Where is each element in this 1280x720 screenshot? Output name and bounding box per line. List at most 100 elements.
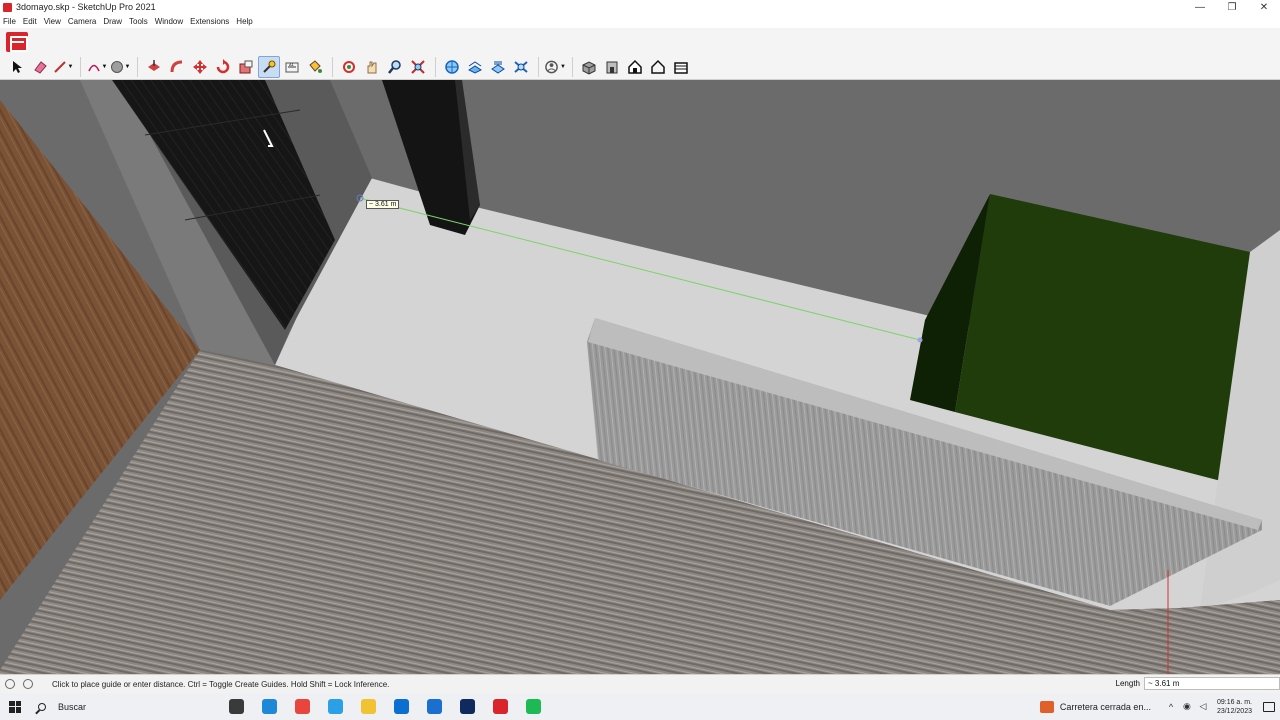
file-explorer-icon[interactable] [352, 693, 385, 720]
menu-tools[interactable]: Tools [126, 17, 152, 26]
dimension-icon[interactable]: A1 [281, 56, 303, 78]
iso-view-icon[interactable] [578, 56, 600, 78]
svg-text:A1: A1 [289, 62, 295, 67]
taskbar-apps [220, 693, 550, 720]
measure-tooltip: ~ 3.61 m [366, 200, 400, 209]
menu-help[interactable]: Help [233, 17, 256, 26]
clock-date: 23/12/2023 [1216, 707, 1252, 715]
task-view-icon-glyph [229, 699, 244, 714]
toolbar-separator [332, 56, 333, 77]
sketchup-icon-glyph [427, 699, 442, 714]
window-title: 3domayo.skp - SketchUp Pro 2021 [16, 2, 156, 12]
zoom-extents-icon[interactable] [407, 56, 429, 78]
offset-icon[interactable] [235, 56, 257, 78]
back-view-icon[interactable] [670, 56, 692, 78]
acrobat-icon-glyph [493, 699, 508, 714]
toolbar-separator [80, 56, 81, 77]
menu-extensions[interactable]: Extensions [187, 17, 233, 26]
task-view-icon[interactable] [220, 693, 253, 720]
edge-icon[interactable] [253, 693, 286, 720]
file-explorer-icon-glyph [361, 699, 376, 714]
taskbar-search[interactable]: Buscar [30, 693, 220, 720]
extension-warehouse-icon[interactable]: ▼ [544, 56, 566, 78]
photo-textures-icon[interactable] [487, 56, 509, 78]
acrobat-icon[interactable] [484, 693, 517, 720]
sketchup-icon[interactable] [418, 693, 451, 720]
volume-icon[interactable]: ◁ [1195, 693, 1211, 720]
notifications-icon[interactable] [1258, 693, 1280, 720]
minimize-button[interactable]: — [1184, 0, 1216, 14]
spotify-icon-glyph [526, 699, 541, 714]
system-tray: Carretera cerrada en... ^ ◉ ◁ 09:16 a. m… [1039, 693, 1280, 720]
geo-location-icon[interactable] [5, 679, 15, 689]
push-pull-icon[interactable] [143, 56, 165, 78]
orbit-icon[interactable] [338, 56, 360, 78]
credits-icon[interactable] [23, 679, 33, 689]
status-bar: Click to place guide or enter distance. … [0, 674, 1280, 693]
photoshop-icon[interactable] [451, 693, 484, 720]
window-controls: — ❐ ✕ [1184, 0, 1280, 14]
menu-view[interactable]: View [41, 17, 65, 26]
select-icon[interactable] [6, 56, 28, 78]
news-text: Carretera cerrada en... [1059, 701, 1151, 712]
photoshop-icon-glyph [460, 699, 475, 714]
toolbar-separator [538, 56, 539, 77]
eraser-icon[interactable] [29, 56, 51, 78]
add-location-icon[interactable] [441, 56, 463, 78]
toggle-terrain-icon[interactable] [464, 56, 486, 78]
title-bar: 3domayo.skp - SketchUp Pro 2021 — ❐ ✕ [0, 0, 1280, 14]
clock[interactable]: 09:16 a. m. 23/12/2023 [1217, 698, 1252, 716]
menu-edit[interactable]: Edit [20, 17, 41, 26]
windows-logo-icon [9, 700, 21, 713]
scene-render [0, 80, 1280, 674]
menu-bar: File Edit View Camera Draw Tools Window … [0, 14, 1280, 28]
mail-icon[interactable] [385, 693, 418, 720]
tape-measure-icon[interactable] [258, 55, 280, 78]
sketchup-app-icon [3, 2, 12, 12]
status-message: Click to place guide or enter distance. … [52, 679, 390, 689]
rotate-icon[interactable] [212, 56, 234, 78]
shape-icon[interactable]: ▼ [109, 56, 131, 78]
move-icon[interactable] [189, 56, 211, 78]
model-viewport[interactable]: ~ 3.61 m [0, 80, 1280, 674]
chevron-up-icon[interactable]: ^ [1163, 693, 1179, 720]
menu-file[interactable]: File [0, 17, 20, 26]
follow-me-icon[interactable] [166, 56, 188, 78]
edge-icon-glyph [262, 699, 277, 714]
measurements-input[interactable]: ~ 3.61 m [1144, 677, 1280, 690]
spotify-icon[interactable] [517, 693, 550, 720]
front-view-icon[interactable] [601, 56, 623, 78]
mail-icon-glyph [394, 699, 409, 714]
paint-bucket-icon[interactable] [304, 56, 326, 78]
maximize-button[interactable]: ❐ [1216, 0, 1248, 14]
close-button[interactable]: ✕ [1248, 0, 1280, 14]
preview-model-icon[interactable] [510, 56, 532, 78]
toolbar-separator [572, 56, 573, 77]
toolbar-separator [137, 56, 138, 77]
chrome-icon[interactable] [286, 693, 319, 720]
search-placeholder: Buscar [58, 701, 87, 712]
news-icon [1039, 700, 1054, 713]
measurements-label: Length [1115, 679, 1140, 688]
zoom-icon[interactable] [384, 56, 406, 78]
right-view-icon[interactable] [647, 56, 669, 78]
chrome-icon-glyph [295, 699, 310, 714]
pan-icon[interactable] [361, 56, 383, 78]
news-widget[interactable]: Carretera cerrada en... [1039, 700, 1151, 713]
network-icon[interactable]: ◉ [1179, 693, 1195, 720]
line-icon[interactable]: ▼ [52, 56, 74, 78]
windows-taskbar: Buscar Carretera cerrada en... ^ ◉ ◁ 09:… [0, 693, 1280, 720]
sketchup-3-icon[interactable] [319, 693, 352, 720]
arc-icon[interactable]: ▼ [86, 56, 108, 78]
menu-draw[interactable]: Draw [100, 17, 126, 26]
trimble-sketchup-logo-icon[interactable] [6, 32, 28, 52]
search-icon [38, 702, 46, 711]
menu-camera[interactable]: Camera [65, 17, 100, 26]
guide-end-point [917, 337, 923, 343]
top-view-icon[interactable] [624, 56, 646, 78]
menu-window[interactable]: Window [152, 17, 187, 26]
sketchup-3-icon-glyph [328, 699, 343, 714]
clock-time: 09:16 a. m. [1216, 698, 1252, 706]
start-button[interactable] [0, 693, 30, 720]
toolbar-main: ▼ ▼ ▼ A1 ▼ [0, 54, 1280, 80]
